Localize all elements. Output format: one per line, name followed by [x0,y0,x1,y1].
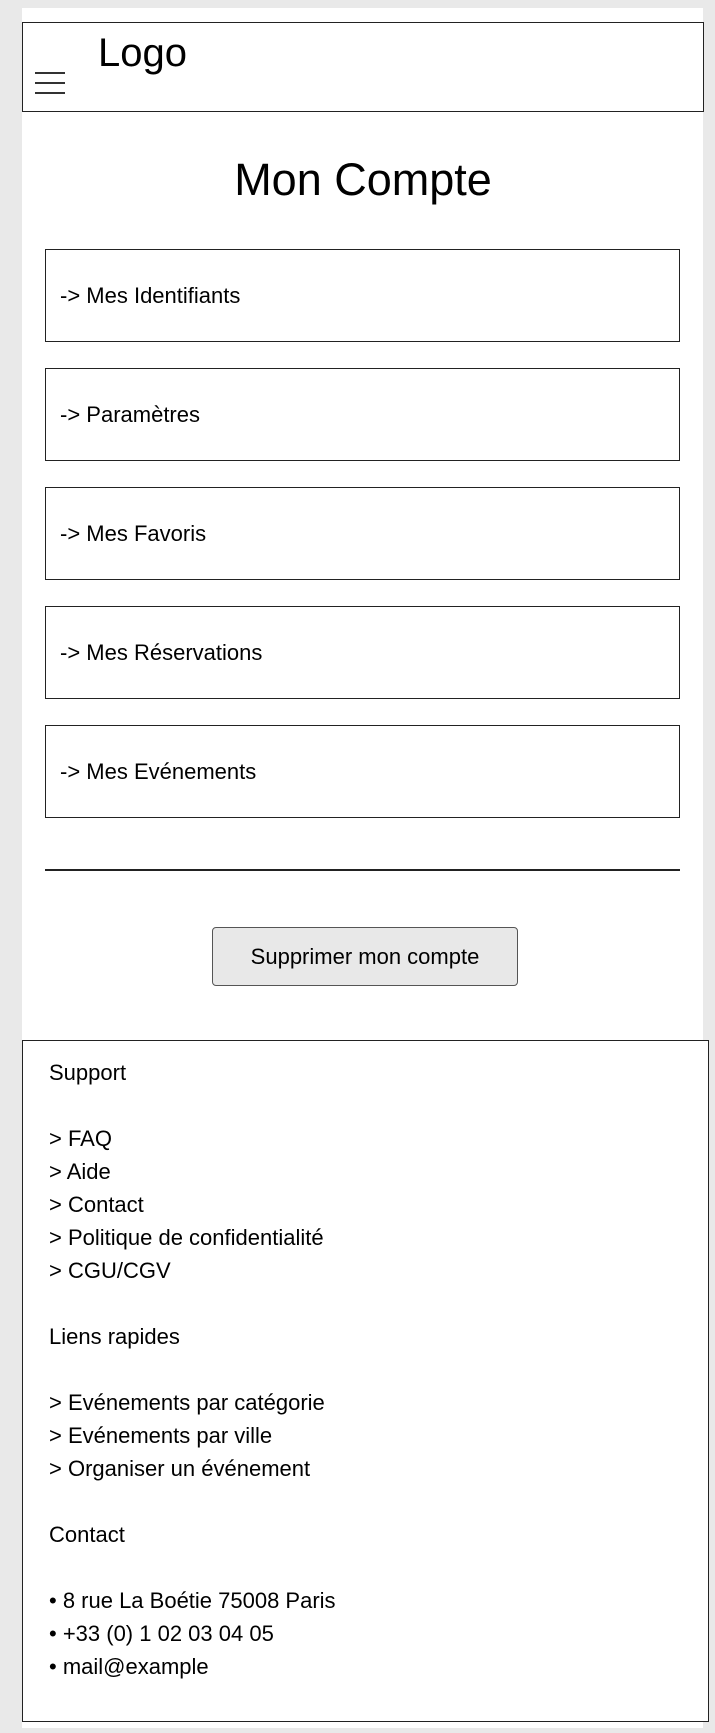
footer-support-title: Support [49,1060,127,1085]
menu-item-label: -> Paramètres [60,401,200,427]
footer-link-organize-event[interactable]: > Organiser un événement [49,1452,708,1485]
site-header: Logo [22,22,704,112]
menu-item-parametres[interactable]: -> Paramètres [45,368,680,461]
footer-contact-address: • 8 rue La Boétie 75008 Paris [49,1588,336,1613]
footer-quick-links-title: Liens rapides [49,1324,180,1349]
hamburger-menu-icon[interactable] [35,72,65,96]
footer-contact-title: Contact [49,1522,125,1547]
menu-item-label: -> Mes Identifiants [60,282,241,308]
menu-item-identifiants[interactable]: -> Mes Identifiants [45,249,680,342]
menu-item-favoris[interactable]: -> Mes Favoris [45,487,680,580]
divider [45,869,680,871]
site-footer: Support > FAQ > Aide > Contact > Politiq… [22,1040,709,1722]
menu-item-label: -> Mes Favoris [60,520,207,546]
footer-link-aide[interactable]: > Aide [49,1155,708,1188]
menu-item-label: -> Mes Réservations [60,639,263,665]
page-title: Mon Compte [234,154,492,205]
footer-contact-email: • mail@example [49,1654,209,1679]
menu-item-label: -> Mes Evénements [60,758,257,784]
footer-link-cgu-cgv[interactable]: > CGU/CGV [49,1254,708,1287]
footer-contact-list: • 8 rue La Boétie 75008 Paris • +33 (0) … [49,1584,708,1683]
account-menu: -> Mes Identifiants -> Paramètres -> Mes… [45,249,680,844]
footer-support-links: > FAQ > Aide > Contact > Politique de co… [49,1122,708,1287]
footer-link-faq[interactable]: > FAQ [49,1122,708,1155]
footer-link-events-by-category[interactable]: > Evénements par catégorie [49,1386,708,1419]
menu-item-reservations[interactable]: -> Mes Réservations [45,606,680,699]
delete-account-button[interactable]: Supprimer mon compte [212,927,518,986]
menu-item-evenements[interactable]: -> Mes Evénements [45,725,680,818]
footer-contact-phone: • +33 (0) 1 02 03 04 05 [49,1621,274,1646]
logo[interactable]: Logo [98,29,187,77]
footer-link-events-by-city[interactable]: > Evénements par ville [49,1419,708,1452]
footer-link-contact[interactable]: > Contact [49,1188,708,1221]
footer-quick-links: > Evénements par catégorie > Evénements … [49,1386,708,1485]
footer-link-privacy[interactable]: > Politique de confidentialité [49,1221,708,1254]
